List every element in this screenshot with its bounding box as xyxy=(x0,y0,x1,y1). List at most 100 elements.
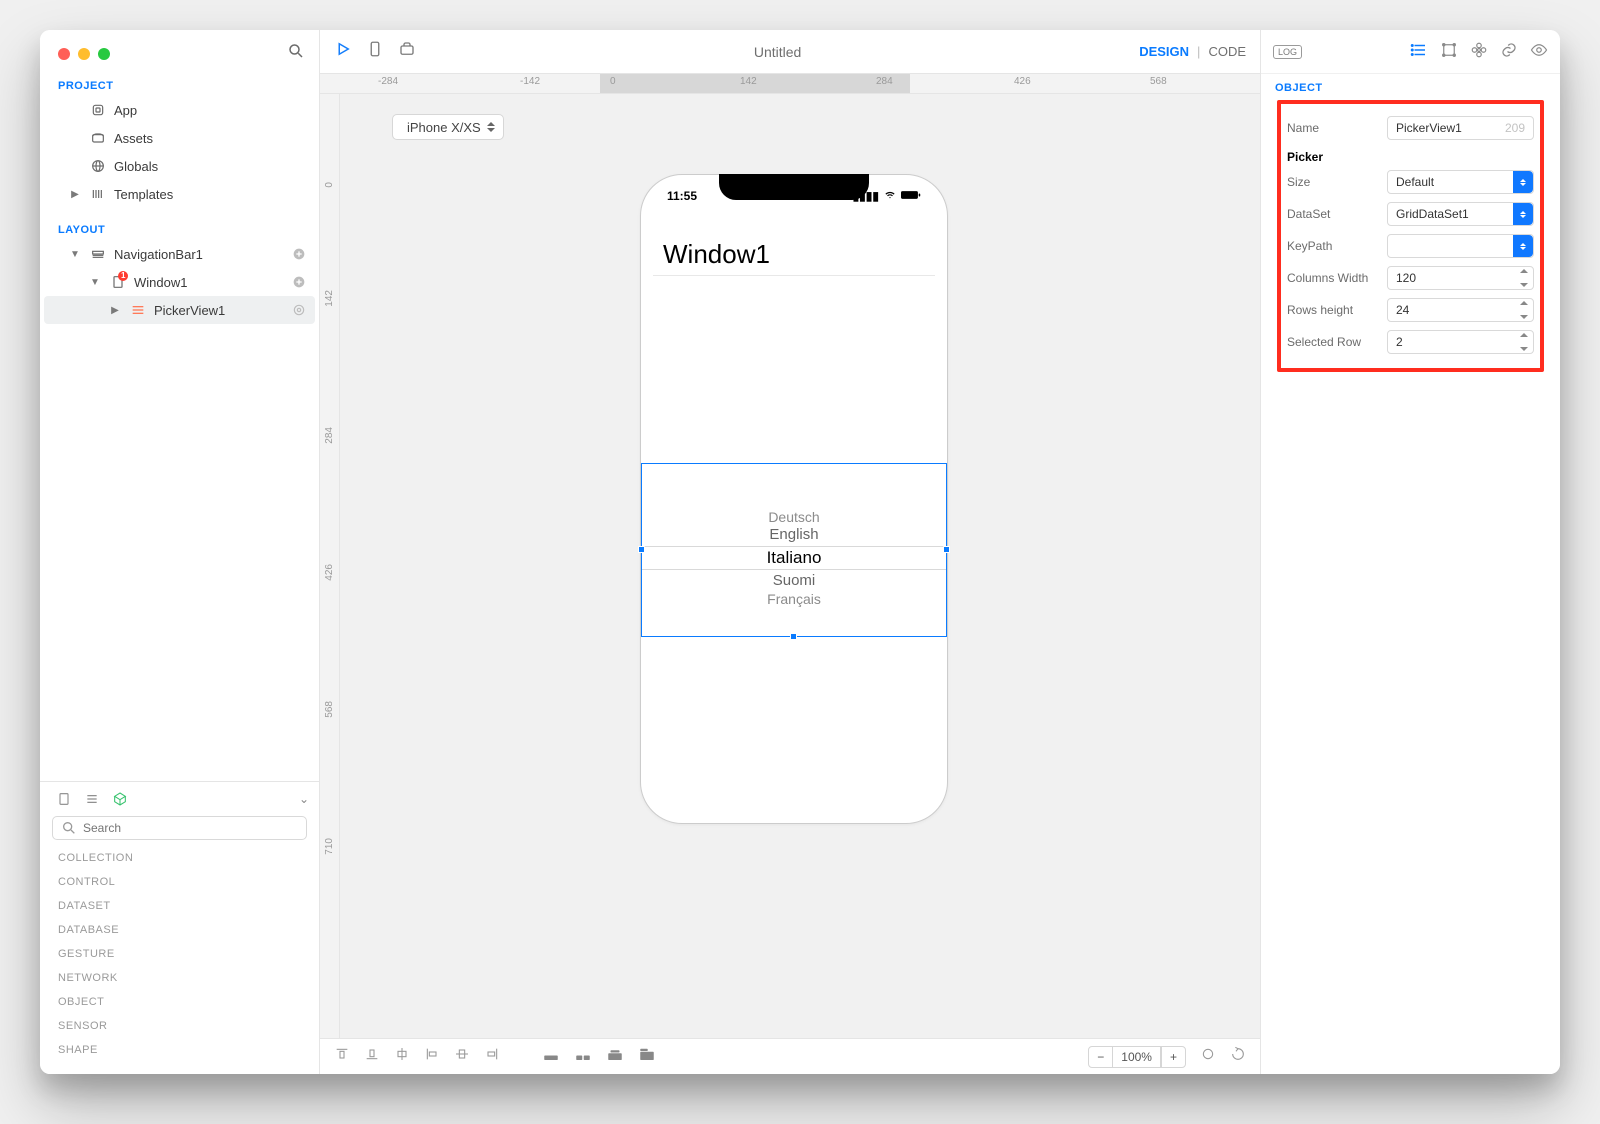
keypath-select[interactable] xyxy=(1387,234,1534,258)
library-search-input[interactable] xyxy=(83,821,298,835)
app-window: PROJECT App Assets xyxy=(40,30,1560,1074)
signal-icon: ▮▮▮▮ xyxy=(853,189,879,203)
device-picker[interactable]: iPhone X/XS xyxy=(392,114,504,140)
name-field[interactable]: PickerView1 209 xyxy=(1387,116,1534,140)
stepper-icon[interactable] xyxy=(1518,301,1530,319)
picker-content: Deutsch English Italiano Suomi Français xyxy=(642,464,946,608)
columns-width-label: Columns Width xyxy=(1287,271,1377,285)
stepper-icon[interactable] xyxy=(1518,269,1530,287)
insp-tab-eye-icon[interactable] xyxy=(1530,41,1548,62)
status-time: 11:55 xyxy=(667,189,697,203)
chevron-updown-icon xyxy=(1513,235,1533,257)
layout-1-icon[interactable] xyxy=(542,1045,560,1068)
zoom-dot[interactable] xyxy=(98,48,110,60)
inspector-panel: LOG OBJECT Name Pi xyxy=(1260,30,1560,1074)
phone-mock: 11:55 ▮▮▮▮ xyxy=(640,174,948,824)
align-vcenter-icon[interactable] xyxy=(454,1046,470,1067)
lib-cat[interactable]: OBJECT xyxy=(58,996,301,1008)
templates-icon xyxy=(90,186,106,202)
resize-handle[interactable] xyxy=(790,633,797,640)
add-icon[interactable] xyxy=(291,246,307,262)
window-controls xyxy=(58,48,110,60)
align-right-icon[interactable] xyxy=(484,1046,500,1067)
sidebar-item-app[interactable]: App xyxy=(44,96,315,124)
insp-tab-bounds-icon[interactable] xyxy=(1440,41,1458,62)
assets-icon xyxy=(90,130,106,146)
disclosure-icon[interactable]: ▶ xyxy=(68,189,82,200)
inspector-highlight: Name PickerView1 209 Picker Size xyxy=(1277,100,1544,372)
rotate-icon[interactable] xyxy=(1230,1046,1246,1067)
insp-tab-flower-icon[interactable] xyxy=(1470,41,1488,62)
tab-design[interactable]: DESIGN xyxy=(1139,44,1189,59)
layout-2-icon[interactable] xyxy=(574,1045,592,1068)
tree-pickerview[interactable]: ▶ PickerView1 xyxy=(44,296,315,324)
columns-width-field[interactable]: 120 xyxy=(1387,266,1534,290)
library-panel: ⌄ COLLECTION CONTROL DATASET DATABASE GE xyxy=(40,781,319,1074)
tree-navigationbar[interactable]: ▼ NavigationBar1 xyxy=(44,240,315,268)
resize-handle[interactable] xyxy=(943,546,950,553)
sidebar-item-globals[interactable]: Globals xyxy=(44,152,315,180)
document-title: Untitled xyxy=(428,44,1127,60)
lib-cat[interactable]: GESTURE xyxy=(58,948,301,960)
tree-window[interactable]: ▼ 1 Window1 xyxy=(44,268,315,296)
lib-tab-list-icon[interactable] xyxy=(78,791,106,807)
top-toolbar: Untitled DESIGN | CODE xyxy=(320,30,1260,74)
resize-handle[interactable] xyxy=(638,546,645,553)
lib-cat[interactable]: SHAPE xyxy=(58,1044,301,1056)
device-icon[interactable] xyxy=(366,40,384,63)
search-icon[interactable] xyxy=(287,42,305,63)
target-icon[interactable] xyxy=(291,302,307,318)
lib-cat[interactable]: COLLECTION xyxy=(58,852,301,864)
lib-cat[interactable]: SENSOR xyxy=(58,1020,301,1032)
lib-cat[interactable]: NETWORK xyxy=(58,972,301,984)
insp-tab-list-icon[interactable] xyxy=(1410,41,1428,62)
library-search[interactable] xyxy=(52,816,307,840)
align-left-icon[interactable] xyxy=(424,1046,440,1067)
lib-tab-window-icon[interactable] xyxy=(50,791,78,807)
layout-4-icon[interactable] xyxy=(638,1045,656,1068)
pickerview-selection[interactable]: Deutsch English Italiano Suomi Français xyxy=(641,463,947,637)
rows-height-field[interactable]: 24 xyxy=(1387,298,1534,322)
size-label: Size xyxy=(1287,175,1377,189)
run-icon[interactable] xyxy=(334,40,352,63)
badge: 1 xyxy=(118,271,128,281)
dataset-select[interactable]: GridDataSet1 xyxy=(1387,202,1534,226)
zoom-out-button[interactable]: − xyxy=(1089,1047,1112,1067)
align-bottom-icon[interactable] xyxy=(364,1046,380,1067)
size-select[interactable]: Default xyxy=(1387,170,1534,194)
chevron-down-icon[interactable]: ⌄ xyxy=(299,792,309,806)
chevron-updown-icon xyxy=(1513,203,1533,225)
ruler-vertical: 0 142 284 426 568 710 xyxy=(320,94,340,1038)
lib-cat[interactable]: DATASET xyxy=(58,900,301,912)
build-icon[interactable] xyxy=(398,40,416,63)
window-title: Window1 xyxy=(663,239,770,270)
lib-tab-cube-icon[interactable] xyxy=(106,791,134,807)
insp-tab-link-icon[interactable] xyxy=(1500,41,1518,62)
tab-code[interactable]: CODE xyxy=(1208,44,1246,59)
picker-icon xyxy=(130,302,146,318)
design-canvas[interactable]: iPhone X/XS 11:55 ▮▮▮▮ xyxy=(340,94,1260,1038)
sidebar-item-templates[interactable]: ▶ Templates xyxy=(44,180,315,208)
sidebar-item-assets[interactable]: Assets xyxy=(44,124,315,152)
navbar-icon xyxy=(90,246,106,262)
log-badge[interactable]: LOG xyxy=(1273,45,1302,59)
dataset-label: DataSet xyxy=(1287,207,1377,221)
align-top-icon[interactable] xyxy=(334,1046,350,1067)
zoom-in-button[interactable]: + xyxy=(1161,1047,1185,1067)
min-dot[interactable] xyxy=(78,48,90,60)
stepper-icon[interactable] xyxy=(1518,333,1530,351)
fit-icon[interactable] xyxy=(1200,1046,1216,1067)
add-icon[interactable] xyxy=(291,274,307,290)
lib-cat[interactable]: CONTROL xyxy=(58,876,301,888)
selected-row-field[interactable]: 2 xyxy=(1387,330,1534,354)
lib-cat[interactable]: DATABASE xyxy=(58,924,301,936)
align-hcenter-icon[interactable] xyxy=(394,1046,410,1067)
close-dot[interactable] xyxy=(58,48,70,60)
disclosure-icon[interactable]: ▼ xyxy=(68,249,82,260)
disclosure-icon[interactable]: ▶ xyxy=(108,305,122,316)
zoom-value[interactable]: 100% xyxy=(1112,1047,1161,1067)
disclosure-icon[interactable]: ▼ xyxy=(88,277,102,288)
layout-3-icon[interactable] xyxy=(606,1045,624,1068)
picker-subheading: Picker xyxy=(1287,144,1534,166)
rows-height-label: Rows height xyxy=(1287,303,1377,317)
